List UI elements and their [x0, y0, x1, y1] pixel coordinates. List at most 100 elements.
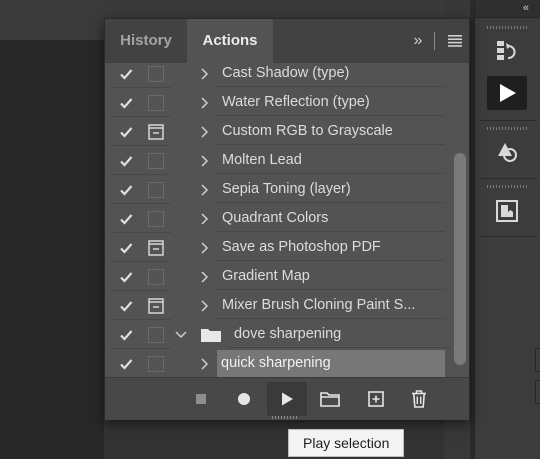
expand-chevron[interactable]: [197, 63, 213, 88]
dialog-empty-box: [148, 65, 164, 82]
checkmark-icon: [120, 329, 133, 341]
action-row[interactable]: quick sharpening: [105, 349, 451, 377]
toggle-dialog-checkbox[interactable]: [141, 291, 171, 320]
checkmark-icon: [120, 97, 133, 109]
action-label[interactable]: Save as Photoshop PDF: [215, 234, 445, 261]
toggle-dialog-checkbox[interactable]: [141, 262, 171, 291]
action-row[interactable]: Mixer Brush Cloning Paint S...: [105, 291, 451, 320]
collapse-chevron[interactable]: [173, 320, 189, 349]
toggle-dialog-checkbox[interactable]: [141, 117, 171, 146]
dock-grip[interactable]: [487, 185, 527, 188]
toggle-dialog-checkbox[interactable]: [141, 146, 171, 175]
new-action-button[interactable]: [356, 382, 396, 416]
action-row[interactable]: Water Reflection (type): [105, 88, 451, 117]
toggle-dialog-checkbox[interactable]: [141, 320, 171, 349]
action-label[interactable]: Mixer Brush Cloning Paint S...: [215, 292, 445, 319]
tab-tools-divider: [434, 32, 435, 50]
play-button[interactable]: [267, 382, 307, 416]
tab-history[interactable]: History: [105, 19, 187, 63]
toggle-item-checkbox[interactable]: [111, 88, 141, 117]
toggle-dialog-checkbox[interactable]: [141, 233, 171, 262]
expand-chevron[interactable]: [197, 146, 213, 175]
expand-chevron[interactable]: [197, 349, 213, 377]
tab-actions[interactable]: Actions: [187, 19, 273, 63]
toggle-item-checkbox[interactable]: [111, 291, 141, 320]
dock-grip[interactable]: [487, 127, 527, 130]
toggle-dialog-checkbox[interactable]: [141, 88, 171, 117]
toggle-item-checkbox[interactable]: [111, 233, 141, 262]
libraries-panel-button[interactable]: [487, 194, 527, 228]
action-row[interactable]: Custom RGB to Grayscale: [105, 117, 451, 146]
toggle-item-checkbox[interactable]: [111, 320, 141, 349]
history-panel-button[interactable]: [487, 34, 527, 68]
action-row[interactable]: Quadrant Colors: [105, 204, 451, 233]
dock-separator: [479, 178, 537, 179]
panel-resize-grip[interactable]: [272, 416, 298, 419]
action-row[interactable]: Molten Lead: [105, 146, 451, 175]
action-row[interactable]: Cast Shadow (type): [105, 63, 451, 88]
action-label[interactable]: Cast Shadow (type): [215, 63, 445, 87]
chevron-right-icon: [201, 270, 209, 283]
dock-collapse-button[interactable]: «: [475, 0, 540, 18]
action-label[interactable]: Custom RGB to Grayscale: [215, 118, 445, 145]
toggle-dialog-checkbox[interactable]: [141, 63, 171, 88]
panel-menu-button[interactable]: [441, 19, 469, 63]
stop-button[interactable]: [181, 382, 221, 416]
toggle-item-checkbox[interactable]: [111, 349, 141, 377]
record-button[interactable]: [224, 382, 264, 416]
delete-button[interactable]: [399, 382, 439, 416]
history-icon: [497, 41, 516, 60]
panel-dock: «: [474, 0, 540, 459]
dialog-empty-box: [148, 268, 164, 285]
folder-icon-wrap: [199, 320, 223, 349]
shapes-panel-button[interactable]: [487, 134, 527, 168]
toggle-dialog-checkbox[interactable]: [141, 175, 171, 204]
dialog-icon: [148, 123, 164, 140]
scrollbar-thumb[interactable]: [454, 153, 466, 365]
expand-chevron[interactable]: [197, 291, 213, 320]
toggle-item-checkbox[interactable]: [111, 146, 141, 175]
toggle-dialog-checkbox[interactable]: [141, 204, 171, 233]
actions-footer-toolbar: [105, 377, 469, 420]
expand-chevron[interactable]: [197, 117, 213, 146]
dialog-empty-box: [148, 326, 164, 343]
toggle-item-checkbox[interactable]: [111, 204, 141, 233]
expand-chevron[interactable]: [197, 233, 213, 262]
actions-scrollbar[interactable]: [453, 63, 467, 377]
action-label[interactable]: Gradient Map: [215, 263, 445, 290]
dialog-icon: [148, 239, 164, 256]
action-label[interactable]: Quadrant Colors: [215, 205, 445, 232]
checkmark-icon: [120, 184, 133, 196]
new-set-button[interactable]: [310, 382, 350, 416]
action-label[interactable]: Molten Lead: [215, 147, 445, 174]
new-item-icon: [368, 391, 384, 407]
toggle-dialog-checkbox[interactable]: [141, 349, 171, 377]
dialog-icon: [148, 297, 164, 314]
action-row[interactable]: Sepia Toning (layer): [105, 175, 451, 204]
checkmark-icon: [120, 213, 133, 225]
document-canvas[interactable]: [0, 40, 104, 459]
action-row[interactable]: Gradient Map: [105, 262, 451, 291]
expand-chevron[interactable]: [197, 88, 213, 117]
action-label[interactable]: Water Reflection (type): [215, 89, 445, 116]
toggle-item-checkbox[interactable]: [111, 262, 141, 291]
chevron-right-icon: [201, 299, 209, 312]
action-label[interactable]: Sepia Toning (layer): [215, 176, 445, 203]
collapse-panel-button[interactable]: »: [404, 32, 432, 50]
library-icon: [496, 200, 518, 222]
actions-panel-button[interactable]: [487, 76, 527, 110]
actions-list: Cast Shadow (type) Water Reflection (type…: [105, 63, 451, 377]
expand-chevron[interactable]: [197, 262, 213, 291]
toggle-item-checkbox[interactable]: [111, 117, 141, 146]
expand-chevron[interactable]: [197, 204, 213, 233]
action-set-label[interactable]: dove sharpening: [227, 321, 451, 348]
action-row[interactable]: Save as Photoshop PDF: [105, 233, 451, 262]
dock-grip[interactable]: [487, 26, 527, 29]
checkmark-icon: [120, 155, 133, 167]
toggle-item-checkbox[interactable]: [111, 63, 141, 88]
chevron-right-icon: [201, 183, 209, 196]
expand-chevron[interactable]: [197, 175, 213, 204]
action-set-row[interactable]: dove sharpening: [105, 320, 451, 349]
toggle-item-checkbox[interactable]: [111, 175, 141, 204]
action-label[interactable]: quick sharpening: [217, 350, 445, 377]
